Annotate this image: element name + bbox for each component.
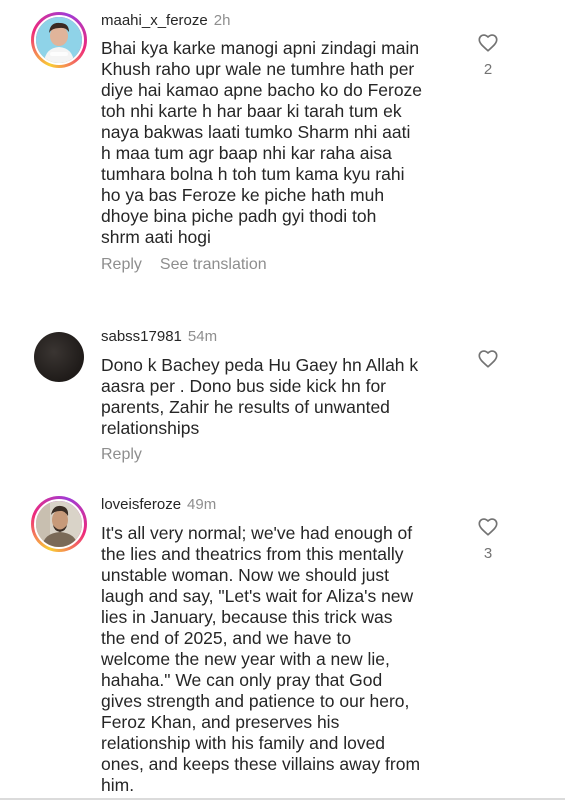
- comment-text-line: gives strength and patience to our hero,: [101, 691, 410, 711]
- username[interactable]: maahi_x_feroze: [101, 12, 208, 29]
- comment-actions: Reply See translation: [101, 256, 267, 274]
- comment-header: loveisferoze 49m: [101, 496, 216, 513]
- comment-text-line: welcome the new year with a new lie,: [101, 649, 390, 669]
- comment-text: It's all very normal; we've had enough o…: [101, 523, 461, 796]
- comment-text-line: naya bakwas laati tumko Sharm nhi aati: [101, 122, 411, 142]
- comment-text: Bhai kya karke manogi apni zindagi main …: [101, 38, 461, 248]
- see-translation-button[interactable]: See translation: [160, 256, 267, 273]
- comment-text-line: Khush raho upr wale ne tumhre hath per: [101, 59, 415, 79]
- like-count: 2: [483, 61, 493, 78]
- reply-button[interactable]: Reply: [101, 256, 142, 273]
- avatar[interactable]: [34, 332, 84, 382]
- timestamp: 49m: [187, 496, 217, 513]
- avatar[interactable]: [31, 12, 87, 68]
- comment-text-line: parents, Zahir he results of unwanted: [101, 397, 390, 417]
- avatar-image: [36, 501, 82, 547]
- comment-text-line: relationships: [101, 418, 200, 438]
- comment-text-line: the end of 2025, and we have to: [101, 628, 352, 648]
- comment-text-line: h maa tum agr baap nhi kar raha aisa: [101, 143, 392, 163]
- comment-text-line: him.: [101, 775, 135, 795]
- comment-text-line: Feroz Khan, and preserves his: [101, 712, 340, 732]
- bottom-divider: [0, 798, 565, 800]
- comment-text-line: It's all very normal; we've had enough o…: [101, 523, 413, 543]
- username[interactable]: loveisferoze: [101, 496, 181, 513]
- comment-text-line: hahaha." We can only pray that God: [101, 670, 383, 690]
- comment-header: sabss17981 54m: [101, 328, 217, 345]
- reply-button[interactable]: Reply: [101, 446, 142, 463]
- comment-text: Dono k Bachey peda Hu Gaey hn Allah k aa…: [101, 355, 461, 439]
- comment-text-line: aasra per . Dono bus side kick hn for: [101, 376, 387, 396]
- timestamp: 54m: [187, 328, 218, 345]
- heart-outline-icon[interactable]: [477, 32, 499, 54]
- avatar[interactable]: [31, 496, 87, 552]
- comment-text-line: Bhai kya karke manogi apni zindagi main: [101, 38, 420, 58]
- comment-text-line: tumhara bolna h toh tum kama kyu rahi: [101, 164, 405, 184]
- comment-text-line: unstable woman. Now we should just: [101, 565, 389, 585]
- heart-outline-icon[interactable]: [477, 516, 499, 538]
- comment-text-line: toh nhi karte h har baar ki tarah tum ek: [101, 101, 402, 121]
- comment-text-line: diye hai kamao apne bacho ko do Feroze: [101, 80, 423, 100]
- comment-header: maahi_x_feroze 2h: [101, 12, 230, 29]
- comment-text-line: ho ya bas Feroze ke piche hath muh: [101, 185, 385, 205]
- comment-text-line: laugh and say, "Let's wait for Aliza's n…: [101, 586, 414, 606]
- comment-actions: Reply: [101, 446, 142, 464]
- comment-text-line: lies in January, because this trick was: [101, 607, 393, 627]
- comment-text-line: shrm aati hogi: [101, 227, 211, 247]
- comment-text-line: dhoye bina piche padh gyi thodi toh: [101, 206, 377, 226]
- comment-text-line: Dono k Bachey peda Hu Gaey hn Allah k: [101, 355, 419, 375]
- comment-text-line: the lies and theatrics from this mentall…: [101, 544, 404, 564]
- avatar-image: [36, 17, 82, 63]
- like-count: 3: [483, 545, 493, 562]
- timestamp: 2h: [213, 12, 231, 29]
- comment-text-line: relationship with his family and loved: [101, 733, 386, 753]
- heart-outline-icon[interactable]: [477, 348, 499, 370]
- username[interactable]: sabss17981: [101, 328, 182, 345]
- comment-text-line: ones, and keeps these villains away from: [101, 754, 421, 774]
